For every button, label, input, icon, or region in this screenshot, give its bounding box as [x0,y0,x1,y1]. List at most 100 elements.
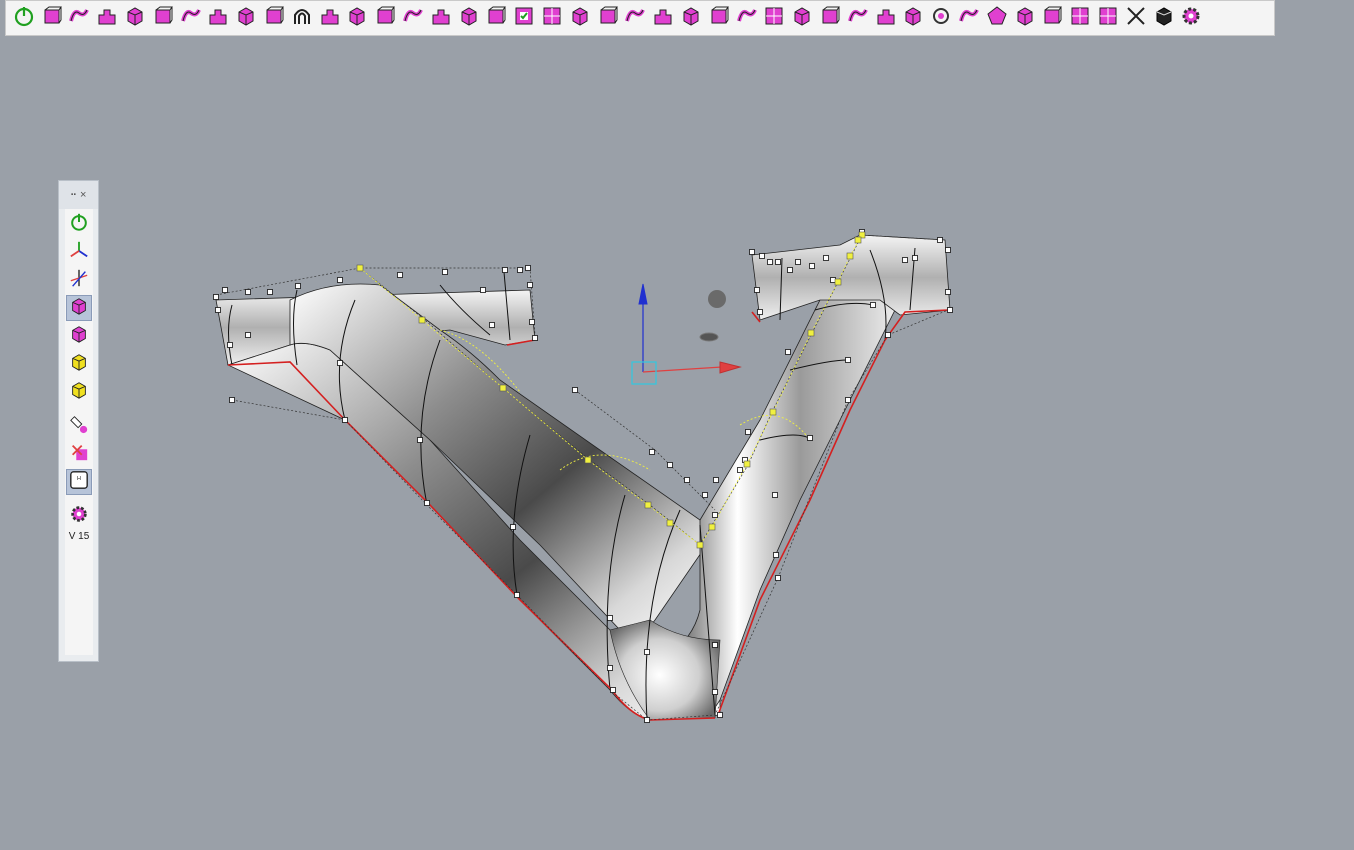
selected-control-point[interactable] [418,316,426,324]
control-point[interactable] [489,322,495,328]
control-point[interactable] [222,287,228,293]
toolbar-button-power[interactable] [10,4,38,32]
toolbar-button-rotate-square[interactable] [232,4,260,32]
control-point[interactable] [442,269,448,275]
toolbar-button-barrel[interactable] [733,4,761,32]
panel-button-h-key[interactable]: H [66,469,92,495]
control-point[interactable] [717,712,723,718]
control-point[interactable] [424,500,430,506]
toolbar-button-bend-curve[interactable] [788,4,816,32]
control-point[interactable] [702,492,708,498]
toolbar-button-bridge-gap[interactable] [677,4,705,32]
toolbar-button-pentagon[interactable] [983,4,1011,32]
toolbar-button-cube-solid[interactable] [1150,4,1178,32]
control-point[interactable] [342,417,348,423]
panel-close-button[interactable]: × [80,189,86,201]
toolbar-button-pipe-bend[interactable] [205,4,233,32]
control-point[interactable] [785,349,791,355]
toolbar-button-comb[interactable] [1011,4,1039,32]
toolbar-button-add-grid[interactable] [399,4,427,32]
control-point[interactable] [295,283,301,289]
selected-control-point[interactable] [356,264,364,272]
control-point[interactable] [712,689,718,695]
panel-button-gear[interactable] [66,503,92,529]
control-point[interactable] [787,267,793,273]
control-point[interactable] [517,267,523,273]
control-point[interactable] [795,259,801,265]
toolbar-button-mesh-panel[interactable] [1066,4,1094,32]
toolbar-button-connect-bridge[interactable] [483,4,511,32]
toolbar-button-check-face[interactable] [510,4,538,32]
control-point[interactable] [902,257,908,263]
selected-control-point[interactable] [769,408,777,416]
control-point[interactable] [773,552,779,558]
control-point[interactable] [749,249,755,255]
control-point[interactable] [607,665,613,671]
panel-button-move-gizmo[interactable] [66,267,92,293]
toolbar-button-branch[interactable] [872,4,900,32]
toolbar-button-arch[interactable] [288,4,316,32]
toolbar-button-checker-diamond[interactable] [900,4,928,32]
control-point[interactable] [337,360,343,366]
toolbar-button-dot-grid[interactable] [761,4,789,32]
toolbar-button-grid-face[interactable] [538,4,566,32]
control-point[interactable] [510,524,516,530]
control-point[interactable] [213,294,219,300]
control-point[interactable] [754,287,760,293]
control-point[interactable] [859,229,865,235]
toolbar-button-tile-panel[interactable] [1094,4,1122,32]
control-point[interactable] [767,259,773,265]
selected-control-point[interactable] [834,278,842,286]
control-point[interactable] [945,289,951,295]
selected-control-point[interactable] [666,519,674,527]
toolbar-button-wave-panel[interactable] [1038,4,1066,32]
control-point[interactable] [667,462,673,468]
selected-control-point[interactable] [743,460,751,468]
toolbar-button-target[interactable] [927,4,955,32]
control-point[interactable] [772,492,778,498]
selected-control-point[interactable] [846,252,854,260]
selected-control-point[interactable] [499,384,507,392]
panel-button-yellow-box-alt[interactable] [66,379,92,405]
transform-gizmo[interactable] [631,283,742,385]
selected-control-point[interactable] [807,329,815,337]
control-point[interactable] [644,717,650,723]
panel-title-bar[interactable]: ·· × [59,181,98,209]
control-point[interactable] [397,272,403,278]
control-point[interactable] [607,615,613,621]
control-point[interactable] [845,357,851,363]
control-point[interactable] [229,397,235,403]
control-point[interactable] [945,247,951,253]
control-point[interactable] [757,309,763,315]
toolbar-button-edge-arrow[interactable] [844,4,872,32]
toolbar-button-blob-shape[interactable] [93,4,121,32]
control-point[interactable] [337,277,343,283]
control-point[interactable] [649,449,655,455]
toolbar-button-star-rotate[interactable] [955,4,983,32]
control-point[interactable] [529,319,535,325]
panel-button-subd-box-alt[interactable] [66,323,92,349]
toolbar-button-fold-plane[interactable] [260,4,288,32]
control-point[interactable] [885,332,891,338]
toolbar-button-delete-grid[interactable] [594,4,622,32]
control-point[interactable] [712,642,718,648]
control-point[interactable] [937,237,943,243]
control-point[interactable] [775,259,781,265]
panel-grip[interactable]: ·· [71,189,77,201]
panel-button-brush[interactable] [66,413,92,439]
selected-control-point[interactable] [858,231,866,239]
control-point[interactable] [712,512,718,518]
control-point[interactable] [870,302,876,308]
toolbar-button-scissors[interactable] [1122,4,1150,32]
control-point[interactable] [809,263,815,269]
subd-model[interactable] [215,234,951,721]
selected-control-point[interactable] [644,501,652,509]
control-points[interactable] [213,229,953,723]
control-point[interactable] [525,265,531,271]
toolbar-button-rotate-face[interactable] [566,4,594,32]
panel-button-yellow-box[interactable] [66,351,92,377]
toolbar-button-crease-cube[interactable] [427,4,455,32]
control-point[interactable] [742,457,748,463]
control-point[interactable] [245,332,251,338]
control-point[interactable] [947,307,953,313]
